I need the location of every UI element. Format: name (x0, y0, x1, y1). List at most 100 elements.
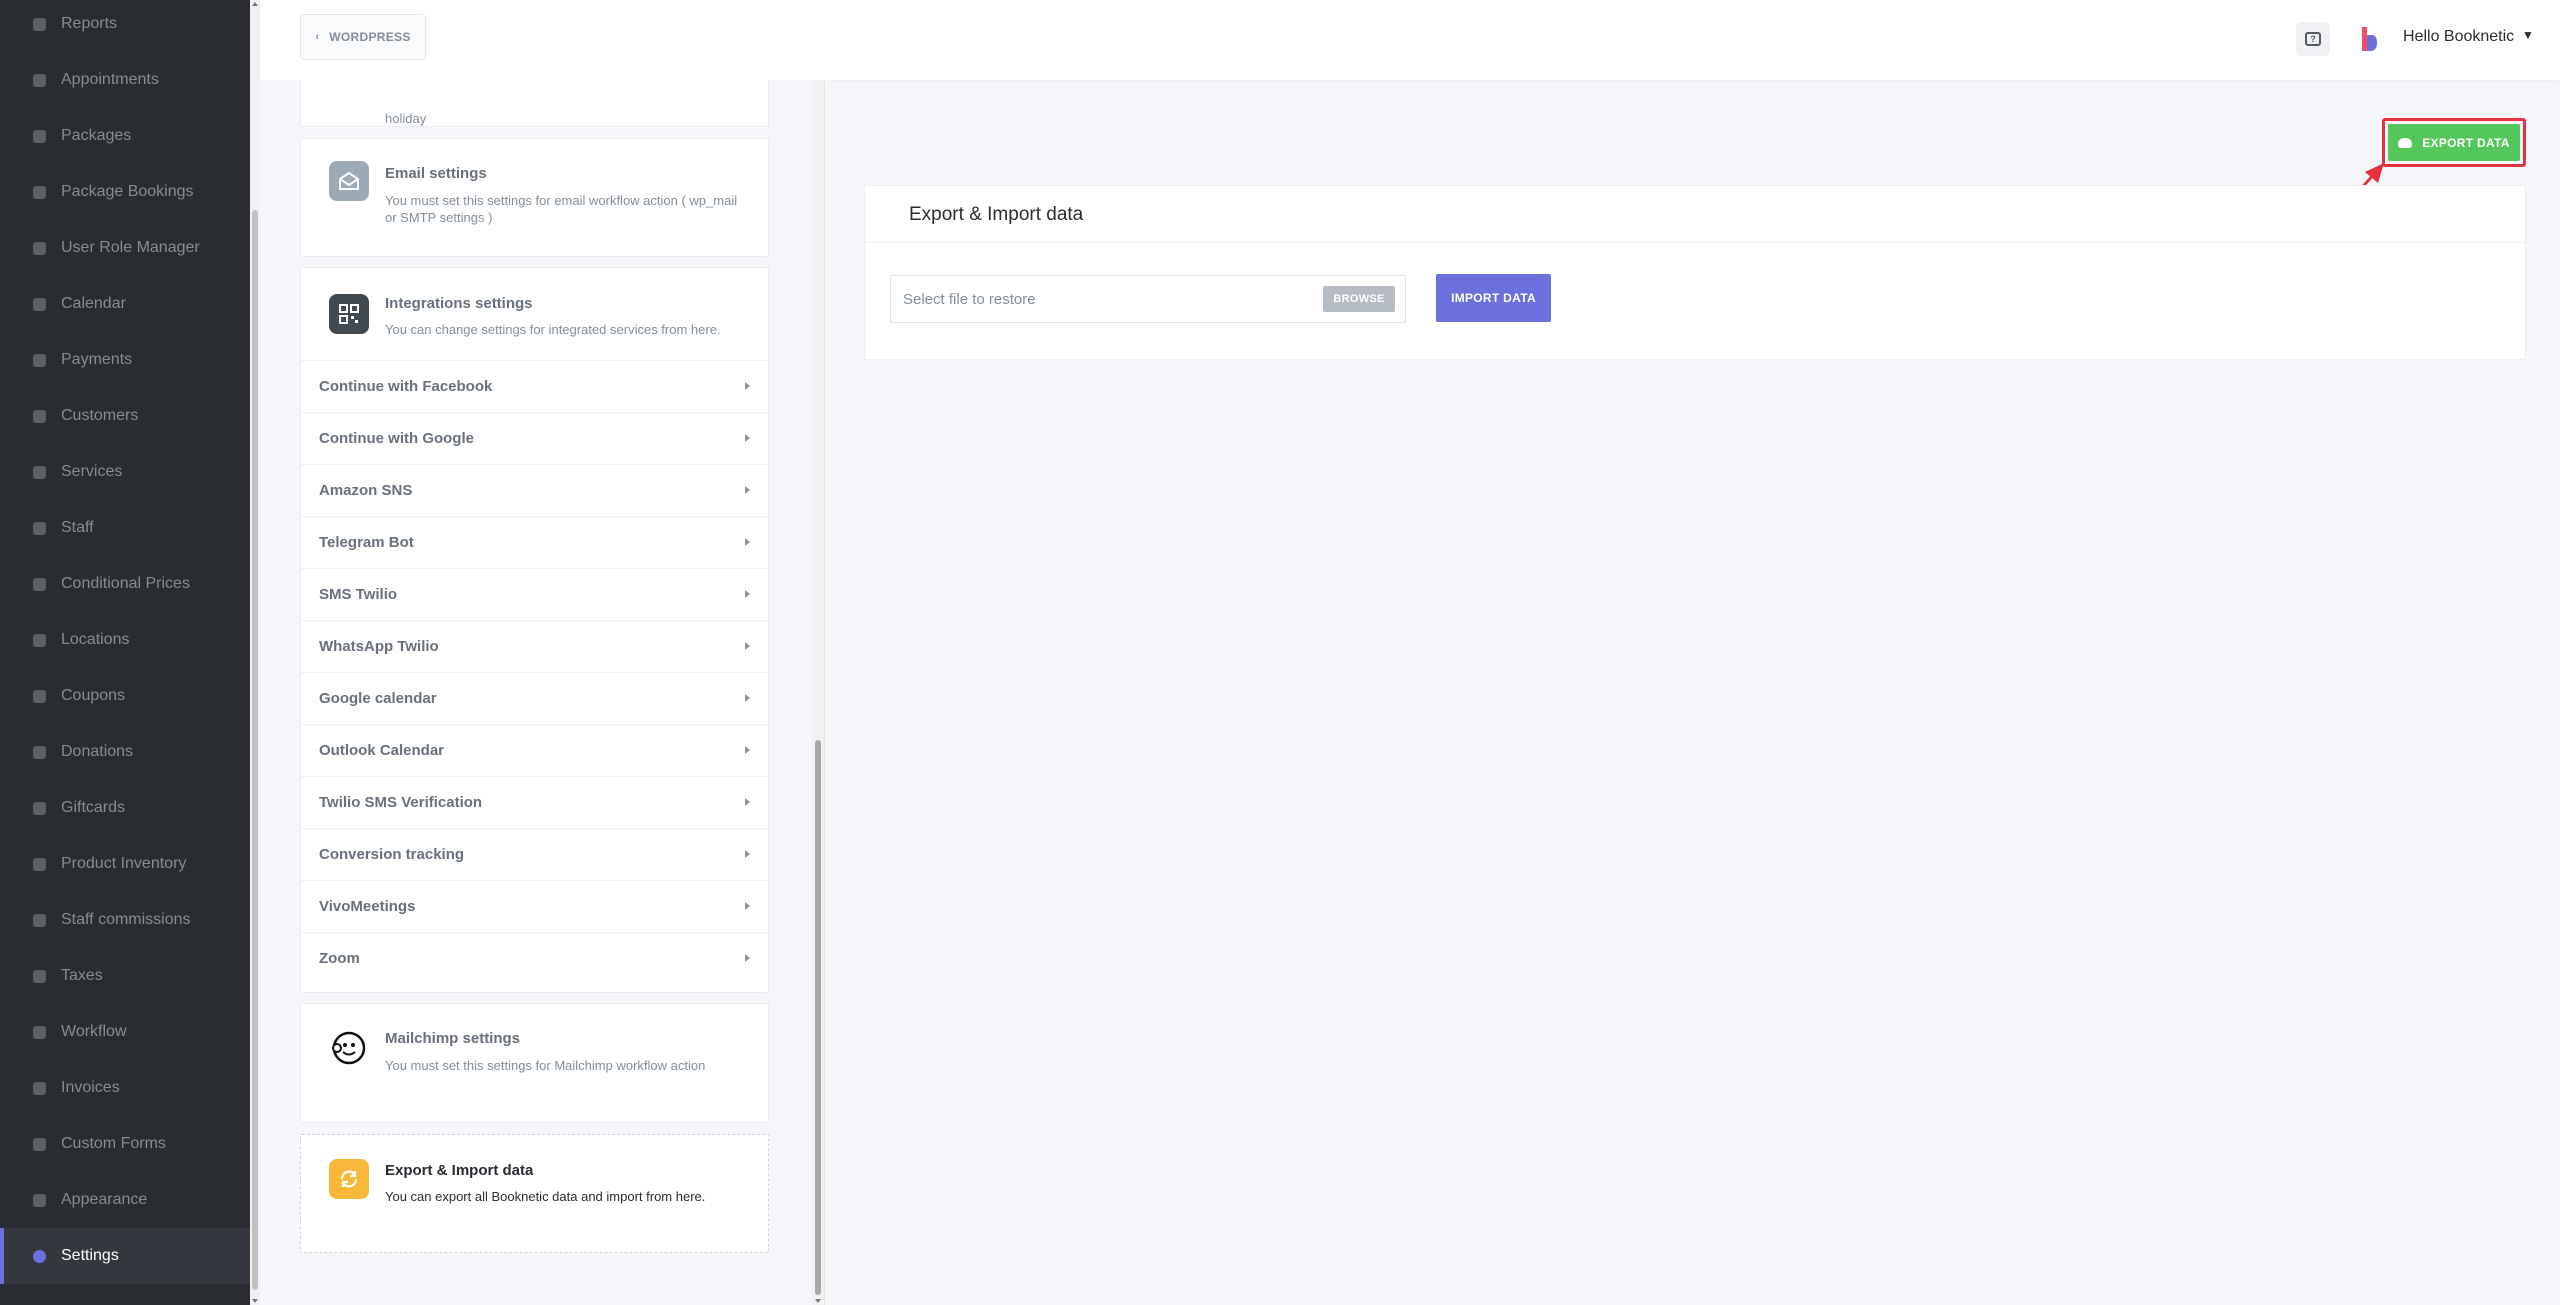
holiday-settings-card[interactable]: holiday (300, 80, 769, 127)
sidebar-item-user-role-manager[interactable]: User Role Manager (0, 220, 250, 276)
scroll-up-arrow-icon[interactable] (252, 2, 258, 6)
mailchimp-icon (329, 1028, 369, 1068)
sidebar-item-workflow[interactable]: Workflow (0, 1004, 250, 1060)
integration-row-amazon-sns[interactable]: Amazon SNS (301, 464, 770, 516)
integration-row-vivomeetings[interactable]: VivoMeetings (301, 880, 770, 932)
caret-right-icon (745, 538, 750, 546)
sidebar-item-donations[interactable]: Donations (0, 724, 250, 780)
sidebar: Reports Appointments Packages Package Booki… (0, 0, 250, 1305)
integration-row-telegram-bot[interactable]: Telegram Bot (301, 516, 770, 568)
panel-divider (865, 242, 2525, 243)
magic-wand-icon (31, 1136, 47, 1152)
sidebar-item-coupons[interactable]: Coupons (0, 668, 250, 724)
sidebar-item-product-inventory[interactable]: Product Inventory (0, 836, 250, 892)
integration-row-label: Conversion tracking (319, 846, 465, 863)
sidebar-item-label: Giftcards (61, 799, 126, 816)
export-import-settings-card[interactable]: Export & Import data You can export all … (300, 1134, 769, 1253)
integration-row-whatsapp-twilio[interactable]: WhatsApp Twilio (301, 620, 770, 672)
sidebar-item-label: Donations (61, 743, 134, 760)
sync-icon (329, 1159, 369, 1199)
integration-row-label: Outlook Calendar (319, 742, 445, 759)
qr-grid-icon (329, 294, 369, 334)
tools-icon (31, 856, 47, 872)
integration-row-outlook-calendar[interactable]: Outlook Calendar (301, 724, 770, 776)
sidebar-item-invoices[interactable]: Invoices (0, 1060, 250, 1116)
sidebar-item-label: Appearance (61, 1191, 148, 1208)
sidebar-item-label: Taxes (61, 967, 103, 984)
handshake-icon (31, 912, 47, 928)
sidebar-item-label: Invoices (61, 1079, 120, 1096)
integration-row-label: Continue with Facebook (319, 378, 493, 395)
chevron-down-icon[interactable]: ▼ (2522, 28, 2534, 42)
sidebar-item-appearance[interactable]: Appearance (0, 1172, 250, 1228)
sidebar-item-staff-commissions[interactable]: Staff commissions (0, 892, 250, 948)
sidebar-item-label: Calendar (61, 295, 126, 312)
settings-list-scrollbar[interactable] (812, 80, 824, 1305)
sidebar-item-giftcards[interactable]: Giftcards (0, 780, 250, 836)
user-greeting[interactable]: Hello Booknetic (2403, 28, 2514, 46)
browse-button[interactable]: BROWSE (1323, 286, 1395, 312)
sidebar-item-packages[interactable]: Packages (0, 108, 250, 164)
integration-row-google-calendar[interactable]: Google calendar (301, 672, 770, 724)
holiday-card-desc: holiday (385, 111, 427, 126)
sidebar-item-appointments[interactable]: Appointments (0, 52, 250, 108)
help-button[interactable]: ? (2296, 22, 2330, 56)
integration-row-zoom[interactable]: Zoom (301, 932, 770, 984)
sidebar-item-label: Payments (61, 351, 133, 368)
scroll-down-arrow-icon[interactable] (252, 1299, 258, 1303)
sidebar-item-reports[interactable]: Reports (0, 0, 250, 52)
mailchimp-settings-card[interactable]: Mailchimp settings You must set this set… (300, 1003, 769, 1123)
sidebar-item-label: Appointments (61, 71, 159, 88)
email-settings-card[interactable]: Email settings You must set this setting… (300, 138, 769, 257)
sidebar-item-taxes[interactable]: Taxes (0, 948, 250, 1004)
restore-file-input[interactable]: Select file to restore BROWSE (890, 275, 1406, 323)
integration-row-sms-twilio[interactable]: SMS Twilio (301, 568, 770, 620)
sidebar-item-label: User Role Manager (61, 239, 200, 256)
sidebar-scroll-thumb[interactable] (252, 210, 258, 1290)
sidebar-item-staff[interactable]: Staff (0, 500, 250, 556)
integration-row-conversion-tracking[interactable]: Conversion tracking (301, 828, 770, 880)
sidebar-item-calendar[interactable]: Calendar (0, 276, 250, 332)
integrations-settings-card: Integrations settings You can change set… (300, 267, 770, 993)
sidebar-item-settings[interactable]: Settings (0, 1228, 250, 1284)
paint-brush-icon (31, 1192, 47, 1208)
file-invoice-icon (31, 1080, 47, 1096)
scroll-down-arrow-icon[interactable] (815, 1299, 821, 1303)
integration-row-twilio-sms-verification[interactable]: Twilio SMS Verification (301, 776, 770, 828)
caret-right-icon (745, 954, 750, 962)
sidebar-item-custom-forms[interactable]: Custom Forms (0, 1116, 250, 1172)
boxes-icon (31, 128, 47, 144)
envelope-open-icon (329, 161, 369, 201)
location-arrow-icon (31, 632, 47, 648)
export-button-highlight: EXPORT DATA (2382, 118, 2526, 167)
sidebar-item-locations[interactable]: Locations (0, 612, 250, 668)
export-data-button[interactable]: EXPORT DATA (2388, 124, 2520, 161)
export-import-card-desc: You can export all Booknetic data and im… (385, 1189, 706, 1204)
caret-right-icon (745, 746, 750, 754)
integration-row-label: Amazon SNS (319, 482, 413, 499)
sidebar-item-customers[interactable]: Customers (0, 388, 250, 444)
sidebar-item-package-bookings[interactable]: Package Bookings (0, 164, 250, 220)
text-cursor-icon (31, 576, 47, 592)
gear-icon (31, 1248, 47, 1264)
settings-scroll-thumb[interactable] (815, 740, 821, 1295)
import-data-button[interactable]: IMPORT DATA (1436, 274, 1551, 322)
sidebar-item-label: Coupons (61, 687, 126, 704)
tags-icon (31, 688, 47, 704)
sidebar-scrollbar[interactable] (250, 0, 260, 1305)
integrations-settings-title: Integrations settings (385, 295, 533, 312)
chevron-left-icon: ‹ (315, 31, 320, 43)
sidebar-item-payments[interactable]: Payments (0, 332, 250, 388)
integrations-settings-desc: You can change settings for integrated s… (385, 322, 721, 337)
column-divider (824, 80, 825, 1305)
integration-row-continue-with-google[interactable]: Continue with Google (301, 412, 770, 464)
sidebar-item-label: Staff (61, 519, 94, 536)
sidebar-item-services[interactable]: Services (0, 444, 250, 500)
sidebar-item-label: Locations (61, 631, 130, 648)
wordpress-back-button[interactable]: ‹ WORDPRESS (300, 14, 426, 60)
package-bookings-icon (31, 184, 47, 200)
integration-row-continue-with-facebook[interactable]: Continue with Facebook (301, 360, 770, 412)
sidebar-item-label: Settings (61, 1247, 119, 1264)
sidebar-item-conditional-prices[interactable]: Conditional Prices (0, 556, 250, 612)
cloud-download-icon (2398, 137, 2413, 148)
